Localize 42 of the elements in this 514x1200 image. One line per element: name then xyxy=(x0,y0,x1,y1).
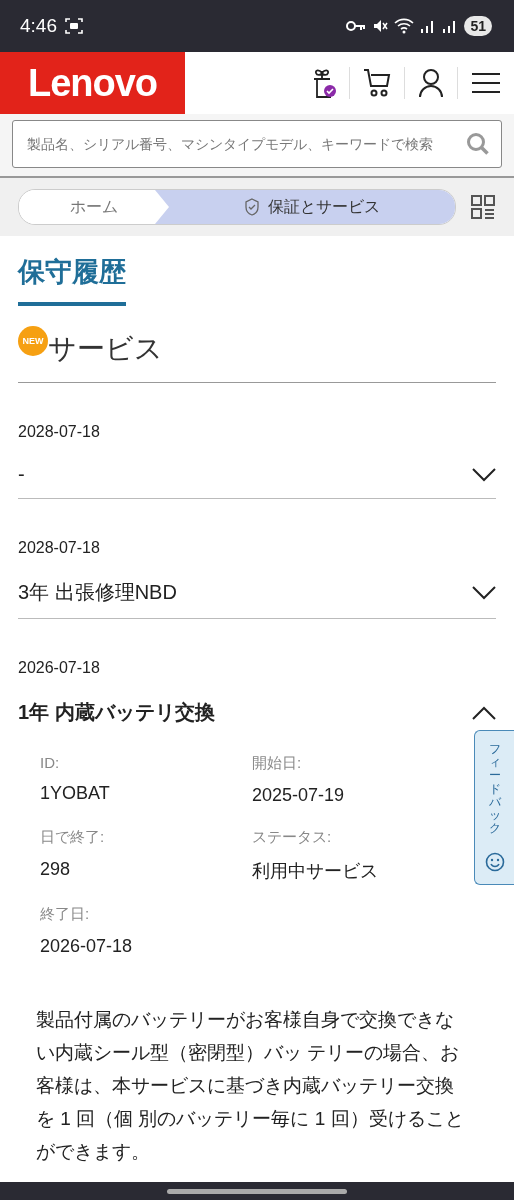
service-date: 2028-07-18 xyxy=(18,539,101,557)
grid-icon[interactable] xyxy=(470,194,496,220)
field-value: 1YOBAT xyxy=(40,783,110,804)
section-heading: サービス xyxy=(48,332,163,366)
clock: 4:46 xyxy=(20,15,57,37)
field-value: 298 xyxy=(40,859,71,880)
brand-logo[interactable]: Lenovo xyxy=(0,52,185,114)
page-title: 保守履歴 xyxy=(18,250,126,306)
service-date: 2028-07-18 xyxy=(18,423,101,441)
home-indicator[interactable] xyxy=(167,1188,347,1194)
menu-icon[interactable] xyxy=(471,71,501,95)
breadcrumb-link[interactable]: ホーム xyxy=(19,190,169,224)
field-label: ステータス: xyxy=(252,828,332,847)
smiley-icon[interactable] xyxy=(484,852,505,872)
search-icon[interactable] xyxy=(466,132,490,156)
chevron-up-icon[interactable] xyxy=(472,705,496,720)
breadcrumb-link[interactable]: 保証とサービス xyxy=(155,190,455,224)
field-label: ID: xyxy=(40,754,60,771)
chevron-down-icon[interactable] xyxy=(472,467,496,482)
screenshot-icon xyxy=(65,18,83,34)
field-value: 2025-07-19 xyxy=(252,785,345,806)
cart-icon[interactable] xyxy=(363,68,391,98)
wifi-icon xyxy=(394,18,415,34)
service-date: 2026-07-18 xyxy=(18,659,101,677)
mute-icon xyxy=(372,18,389,34)
field-value: 2026-07-18 xyxy=(40,936,133,957)
field-label: 終了日: xyxy=(40,905,90,924)
service-title[interactable]: 1年 内蔵バッテリ交換 xyxy=(18,699,215,726)
service-description: 製品付属のバッテリーがお客様自身で交換できない内蔵シール型（密閉型）バッ テリーの場合、お客様は、本サービスに基づき内蔵バッテリー交換を 1 回（個 別のバッテリー毎に 1 回）受けることができます。 xyxy=(36,1008,465,1164)
service-title[interactable]: - xyxy=(18,463,25,486)
search-field[interactable]: 製品名、シリアル番号、マシンタイプモデル、キーワードで検索 xyxy=(12,120,502,168)
new-badge: NEW xyxy=(18,326,48,356)
user-icon[interactable] xyxy=(418,68,444,98)
field-label: 開始日: xyxy=(252,754,302,773)
field-value: 利用中サービス xyxy=(252,860,378,883)
battery-level: 51 xyxy=(464,16,492,36)
feedback-tab[interactable]: フィードバック xyxy=(488,743,501,836)
shield-icon xyxy=(244,198,260,216)
service-title[interactable]: 3年 出張修理NBD xyxy=(18,579,177,606)
field-label: 日で終了: xyxy=(40,828,105,847)
chevron-down-icon[interactable] xyxy=(472,585,496,600)
key-icon xyxy=(346,20,367,32)
